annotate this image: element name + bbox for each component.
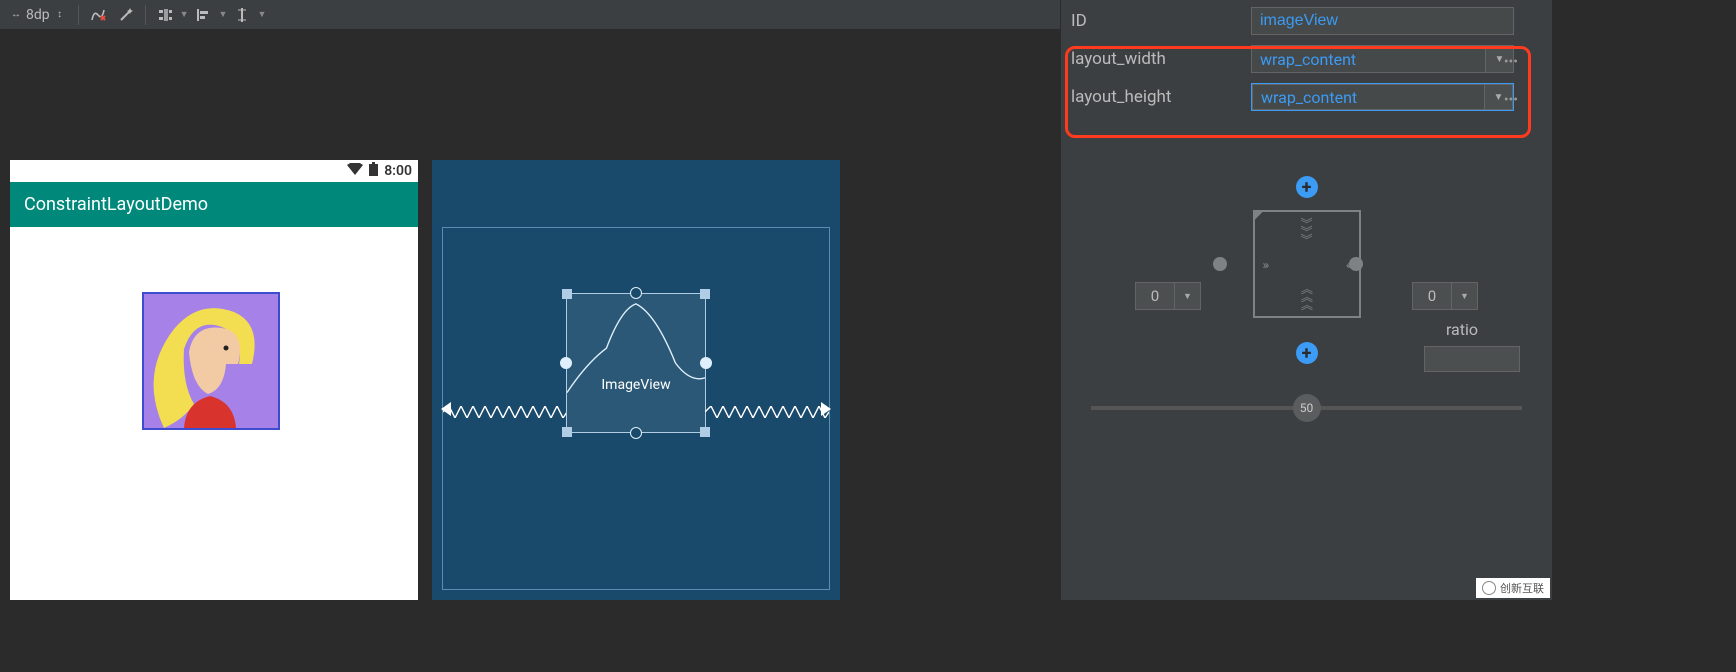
- resize-handle[interactable]: [700, 427, 710, 437]
- blueprint-view-label: ImageView: [567, 377, 705, 393]
- dp-left-icon: ↔: [10, 9, 22, 21]
- separator: [78, 5, 79, 25]
- watermark-icon: [1482, 581, 1496, 595]
- margin-right-value: 0: [1412, 282, 1452, 310]
- more-icon[interactable]: •••: [1504, 54, 1518, 70]
- prop-id-row: ID: [1061, 2, 1524, 40]
- wrap-top-icon: ︾︾︾: [1299, 220, 1315, 244]
- ratio-input[interactable]: [1424, 346, 1520, 372]
- horizontal-bias-slider[interactable]: 50: [1091, 406, 1522, 410]
- constraint-handle-left[interactable]: [1213, 257, 1227, 271]
- default-margins-button[interactable]: ▼: [152, 3, 189, 27]
- prop-id-label: ID: [1071, 11, 1241, 31]
- status-bar: 8:00: [10, 160, 418, 182]
- anchor-bottom[interactable]: [630, 427, 642, 439]
- add-constraint-bottom-button[interactable]: +: [1296, 342, 1318, 364]
- blueprint-view: ImageView: [432, 160, 840, 600]
- chevron-down-icon: ▼: [257, 9, 266, 20]
- magic-wand-icon[interactable]: [113, 3, 139, 27]
- resize-handle[interactable]: [700, 289, 710, 299]
- prop-width-combo[interactable]: wrap_content ▼: [1251, 45, 1514, 73]
- avatar-image[interactable]: [142, 292, 280, 430]
- constraint-spring-left-icon: [443, 403, 567, 415]
- status-time: 8:00: [384, 163, 412, 179]
- prop-height-label: layout_height: [1071, 87, 1241, 107]
- anchor-right[interactable]: [700, 357, 712, 369]
- device-preview: 8:00 ConstraintLayoutDemo: [10, 160, 418, 600]
- autoconnect-off-icon[interactable]: [85, 3, 111, 27]
- prop-width-row: layout_width wrap_content ▼: [1061, 40, 1524, 78]
- wifi-icon: [347, 163, 363, 179]
- margin-left-control[interactable]: 0 ▼: [1135, 282, 1201, 310]
- constraint-right-arrow-icon: [821, 402, 831, 416]
- prop-width-label: layout_width: [1071, 49, 1241, 69]
- blueprint-root[interactable]: ImageView: [442, 227, 830, 590]
- bias-knob[interactable]: 50: [1293, 394, 1321, 422]
- prop-width-value: wrap_content: [1251, 45, 1486, 73]
- prop-height-row: layout_height wrap_content ▼: [1061, 78, 1524, 116]
- resize-handle[interactable]: [562, 289, 572, 299]
- blueprint-imageview[interactable]: ImageView: [566, 293, 706, 433]
- prop-height-value: wrap_content: [1252, 84, 1485, 110]
- constraint-spring-right-icon: [705, 403, 829, 415]
- prop-id-input[interactable]: [1251, 7, 1514, 35]
- wrap-bottom-icon: ︾︾︾: [1299, 284, 1315, 308]
- watermark-text: 创新互联: [1500, 580, 1544, 596]
- mountain-icon: [567, 294, 705, 432]
- anchor-top[interactable]: [630, 287, 642, 299]
- chevron-down-icon: ▼: [180, 9, 189, 20]
- watermark: 创新互联: [1476, 578, 1550, 598]
- app-bar: ConstraintLayoutDemo: [10, 182, 418, 227]
- prop-height-combo[interactable]: wrap_content ▼: [1251, 83, 1514, 111]
- battery-icon: [369, 162, 378, 180]
- dp-right-icon: ↕: [54, 9, 66, 21]
- ratio-label: ratio: [1446, 320, 1478, 339]
- properties-panel: ID layout_width wrap_content ▼ ••• layou…: [1060, 0, 1552, 600]
- design-canvas: 8:00 ConstraintLayoutDemo: [0, 30, 920, 600]
- wrap-left-icon: ›››: [1263, 258, 1268, 272]
- chevron-down-icon[interactable]: ▼: [1452, 282, 1478, 310]
- device-body: [10, 227, 418, 600]
- align-button[interactable]: ▼: [191, 3, 228, 27]
- constraint-handle-right[interactable]: [1349, 257, 1363, 271]
- constraint-widget: + 0 ▼ ︾︾︾ ︾︾︾ ››› ‹‹‹ 0 ▼ + ratio 50: [1061, 156, 1552, 436]
- margin-right-control[interactable]: 0 ▼: [1412, 282, 1478, 310]
- resize-handle[interactable]: [562, 427, 572, 437]
- app-title: ConstraintLayoutDemo: [24, 194, 208, 215]
- margin-left-value: 0: [1135, 282, 1175, 310]
- anchor-left[interactable]: [560, 357, 572, 369]
- separator: [145, 5, 146, 25]
- constraint-size-box[interactable]: ︾︾︾ ︾︾︾ ››› ‹‹‹: [1253, 210, 1361, 318]
- more-icon[interactable]: •••: [1504, 92, 1518, 108]
- chevron-down-icon: ▼: [219, 9, 228, 20]
- dp-value: 8dp: [26, 7, 50, 23]
- dp-selector[interactable]: ↔ 8dp ↕: [4, 7, 72, 23]
- add-constraint-top-button[interactable]: +: [1296, 176, 1318, 198]
- guidelines-button[interactable]: ▼: [229, 3, 266, 27]
- chevron-down-icon[interactable]: ▼: [1175, 282, 1201, 310]
